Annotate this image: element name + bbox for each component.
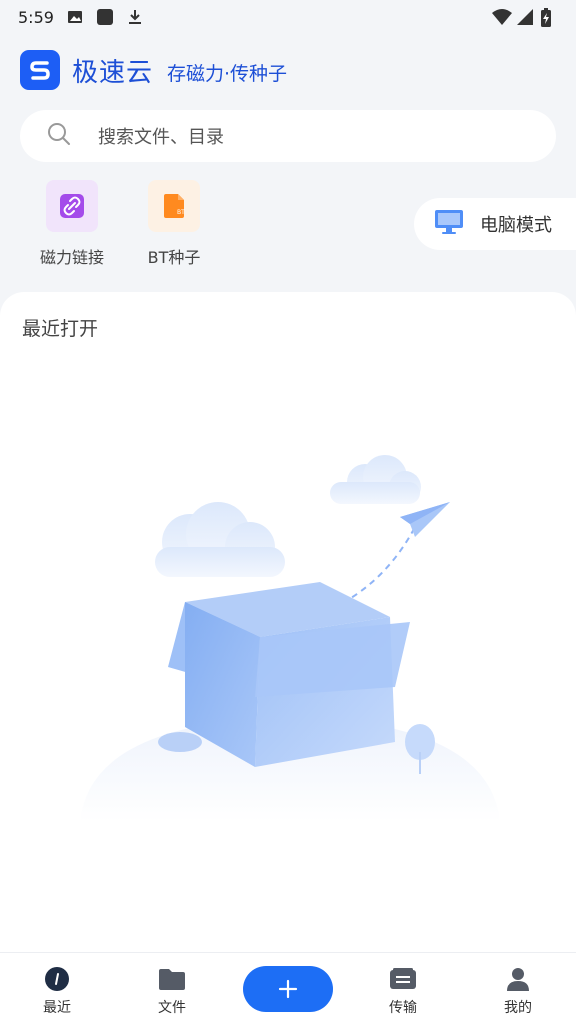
pc-mode-button[interactable]: 电脑模式	[414, 198, 576, 250]
svg-text:BT: BT	[177, 209, 185, 216]
square-icon	[96, 8, 114, 26]
link-icon	[46, 180, 98, 232]
bt-torrent-label: BT种子	[147, 248, 201, 267]
status-time: 5:59	[18, 7, 54, 27]
nav-recent-label: 最近	[43, 1000, 71, 1016]
nav-transfer-label: 传输	[389, 1000, 417, 1016]
monitor-icon	[434, 209, 464, 239]
nav-files-label: 文件	[158, 1000, 186, 1016]
plus-icon	[278, 979, 298, 999]
search-bar[interactable]: 搜索文件、目录	[20, 110, 556, 162]
search-input[interactable]: 搜索文件、目录	[98, 123, 224, 149]
signal-icon	[516, 8, 534, 26]
app-logo-icon	[20, 50, 60, 90]
app-slogan: 存磁力·传种子	[167, 62, 288, 85]
nav-profile[interactable]: 我的	[478, 965, 558, 1017]
folder-icon	[158, 965, 186, 993]
bt-torrent-tile[interactable]: BT BT种子	[129, 180, 219, 268]
app-header: 极速云 存磁力·传种子	[20, 50, 287, 90]
nav-recent[interactable]: 最近	[17, 965, 97, 1017]
clock-icon	[43, 965, 71, 993]
pc-mode-label: 电脑模式	[480, 215, 552, 236]
battery-charging-icon	[540, 8, 558, 27]
nav-transfer[interactable]: 传输	[363, 965, 443, 1017]
wifi-icon	[492, 8, 512, 26]
bottom-nav: 最近 文件 传输 我的	[0, 952, 576, 1024]
app-name: 极速云	[72, 57, 154, 88]
image-icon	[66, 8, 84, 26]
status-bar: 5:59	[0, 0, 576, 34]
magnet-link-tile[interactable]: 磁力链接	[27, 180, 117, 268]
magnet-link-label: 磁力链接	[39, 248, 104, 267]
user-icon	[504, 965, 532, 993]
empty-box-illustration	[70, 442, 510, 846]
bt-file-icon: BT	[148, 180, 200, 232]
download-icon	[126, 8, 144, 26]
add-button[interactable]	[243, 966, 333, 1012]
recent-card: 最近打开	[0, 292, 576, 952]
nav-profile-label: 我的	[504, 1000, 532, 1016]
transfer-icon	[389, 965, 417, 993]
recent-title: 最近打开	[22, 318, 99, 340]
search-icon	[46, 121, 72, 151]
nav-files[interactable]: 文件	[132, 965, 212, 1017]
